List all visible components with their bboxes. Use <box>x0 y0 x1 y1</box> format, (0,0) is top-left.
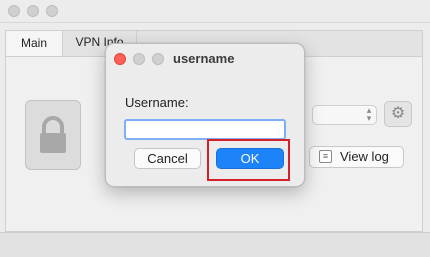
username-label: Username: <box>125 95 189 110</box>
ok-button-highlight <box>207 139 290 181</box>
minimize-window-button[interactable] <box>27 5 39 17</box>
dialog-zoom-button <box>152 53 164 65</box>
main-window-titlebar <box>0 0 430 23</box>
gear-icon: ⚙ <box>390 105 406 122</box>
username-input[interactable] <box>124 119 286 140</box>
dialog-close-button[interactable] <box>114 53 126 65</box>
zoom-window-button[interactable] <box>46 5 58 17</box>
view-log-label: View log <box>340 149 389 164</box>
dialog-minimize-button <box>133 53 145 65</box>
chevron-updown-icon: ▴ ▾ <box>366 105 372 123</box>
lock-status-box <box>25 100 81 170</box>
tab-main[interactable]: Main <box>5 30 63 56</box>
close-window-button[interactable] <box>8 5 20 17</box>
view-log-button[interactable]: ≡ View log <box>309 146 404 168</box>
settings-button[interactable]: ⚙ <box>384 101 412 127</box>
dialog-title: username <box>173 51 235 66</box>
lock-icon <box>40 116 66 153</box>
log-icon: ≡ <box>319 150 332 163</box>
cancel-button[interactable]: Cancel <box>134 148 201 169</box>
status-bar <box>0 232 430 257</box>
